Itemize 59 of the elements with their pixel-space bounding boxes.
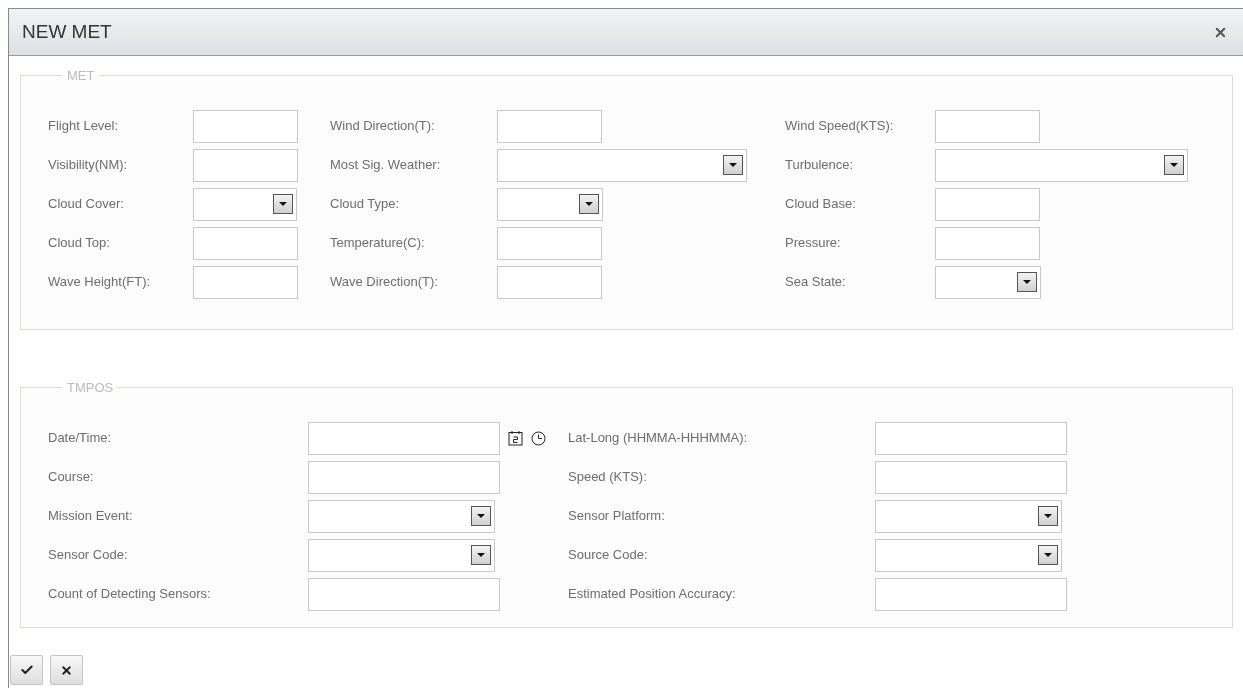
field-label: Temperature(C): <box>330 234 426 253</box>
field-label: Wind Speed(KTS): <box>785 117 895 136</box>
dropdown-field[interactable] <box>497 187 603 221</box>
text-field[interactable] <box>875 460 1067 494</box>
text-field[interactable] <box>193 265 298 299</box>
field-label: Speed (KTS): <box>568 468 648 487</box>
section-legend: MET <box>62 66 100 86</box>
dropdown-field[interactable] <box>308 538 495 572</box>
window-title: NEW MET <box>22 19 112 44</box>
field-label: Estimated Position Accuracy: <box>568 585 737 604</box>
calendar-icon[interactable] <box>508 430 523 446</box>
field-label: Wave Direction(T): <box>330 273 439 292</box>
text-field[interactable] <box>497 109 602 143</box>
text-field[interactable] <box>193 109 298 143</box>
dropdown-field[interactable] <box>935 148 1188 182</box>
field-label: Count of Detecting Sensors: <box>48 585 212 604</box>
field-label: Cloud Base: <box>785 195 857 214</box>
text-field[interactable] <box>308 577 500 611</box>
cancel-button[interactable] <box>50 655 83 685</box>
field-label: Sensor Platform: <box>568 507 666 526</box>
field-label: Cloud Cover: <box>48 195 125 214</box>
field-label: Turbulence: <box>785 156 855 175</box>
dropdown-field[interactable] <box>308 499 495 533</box>
field-label: Visibility(NM): <box>48 156 129 175</box>
field-label: Sea State: <box>785 273 847 292</box>
text-field[interactable] <box>935 109 1040 143</box>
text-field[interactable] <box>193 226 298 260</box>
field-label: Mission Event: <box>48 507 134 526</box>
dropdown-field[interactable] <box>935 265 1041 299</box>
text-field[interactable] <box>875 577 1067 611</box>
text-field[interactable] <box>935 226 1040 260</box>
field-label: Wave Height(FT): <box>48 273 152 292</box>
dropdown-field[interactable] <box>497 148 747 182</box>
dropdown-field[interactable] <box>875 499 1062 533</box>
text-field[interactable] <box>308 460 500 494</box>
field-label: Wind Direction(T): <box>330 117 436 136</box>
text-field[interactable] <box>497 226 602 260</box>
text-field[interactable] <box>308 421 500 455</box>
field-label: Sensor Code: <box>48 546 129 565</box>
text-field[interactable] <box>193 148 298 182</box>
field-label: Course: <box>48 468 95 487</box>
text-field[interactable] <box>935 187 1040 221</box>
field-label: Source Code: <box>568 546 649 565</box>
field-label: Cloud Top: <box>48 234 111 253</box>
text-field[interactable] <box>497 265 602 299</box>
field-label: Date/Time: <box>48 429 113 448</box>
section-legend: TMPOS <box>62 378 119 398</box>
field-label: Cloud Type: <box>330 195 401 214</box>
check-icon <box>19 663 34 677</box>
dropdown-field[interactable] <box>875 538 1062 572</box>
dropdown-field[interactable] <box>193 187 297 221</box>
text-field[interactable] <box>875 421 1067 455</box>
field-label: Most Sig. Weather: <box>330 156 442 175</box>
field-label: Pressure: <box>785 234 842 253</box>
clock-icon[interactable] <box>531 430 546 446</box>
field-label: Flight Level: <box>48 117 120 136</box>
field-label: Lat-Long (HHMMA-HHHMMA): <box>568 429 749 448</box>
close-icon <box>60 663 73 677</box>
confirm-button[interactable] <box>10 655 43 685</box>
